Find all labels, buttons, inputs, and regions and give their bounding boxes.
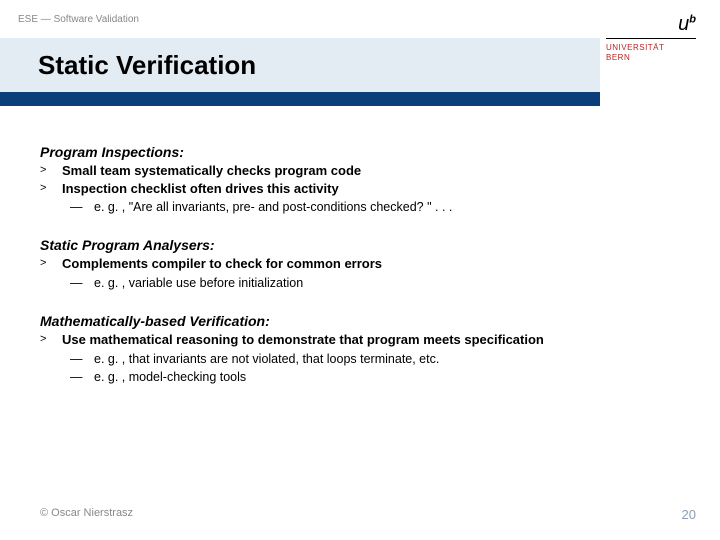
section-analysers: Static Program Analysers: > Complements … <box>40 237 680 291</box>
section-title: Mathematically-based Verification: <box>40 313 680 329</box>
section-title: Static Program Analysers: <box>40 237 680 253</box>
sub-row: — e. g. , "Are all invariants, pre- and … <box>40 199 680 215</box>
bullet-row: > Use mathematical reasoning to demonstr… <box>40 331 680 349</box>
title-bar: Static Verification <box>0 38 600 92</box>
sub-marker: — <box>70 199 94 215</box>
bullet-marker: > <box>40 255 62 273</box>
bullet-row: > Complements compiler to check for comm… <box>40 255 680 273</box>
sub-text: e. g. , "Are all invariants, pre- and po… <box>94 199 680 215</box>
sub-marker: — <box>70 275 94 291</box>
logo-line1: UNIVERSITÄT <box>606 43 696 53</box>
bullet-row: > Inspection checklist often drives this… <box>40 180 680 198</box>
sub-text: e. g. , model-checking tools <box>94 369 680 385</box>
bullet-marker: > <box>40 180 62 198</box>
university-logo: ub UNIVERSITÄT BERN <box>606 14 696 62</box>
section-mathematical: Mathematically-based Verification: > Use… <box>40 313 680 385</box>
sub-text: e. g. , variable use before initializati… <box>94 275 680 291</box>
bullet-row: > Small team systematically checks progr… <box>40 162 680 180</box>
section-inspections: Program Inspections: > Small team system… <box>40 144 680 215</box>
page-title: Static Verification <box>38 50 256 81</box>
sub-row: — e. g. , model-checking tools <box>40 369 680 385</box>
logo-symbol: ub <box>606 14 696 34</box>
bullet-text: Complements compiler to check for common… <box>62 255 680 273</box>
sub-text: e. g. , that invariants are not violated… <box>94 351 680 367</box>
sub-row: — e. g. , that invariants are not violat… <box>40 351 680 367</box>
sub-row: — e. g. , variable use before initializa… <box>40 275 680 291</box>
bullet-text: Use mathematical reasoning to demonstrat… <box>62 331 680 349</box>
logo-main: u <box>678 13 689 35</box>
accent-stripe <box>0 92 600 106</box>
copyright: © Oscar Nierstrasz <box>40 507 133 522</box>
bullet-text: Inspection checklist often drives this a… <box>62 180 680 198</box>
logo-sup: b <box>689 13 696 25</box>
breadcrumb: ESE — Software Validation <box>18 14 139 25</box>
sub-marker: — <box>70 351 94 367</box>
bullet-text: Small team systematically checks program… <box>62 162 680 180</box>
content: Program Inspections: > Small team system… <box>0 108 720 385</box>
header: ESE — Software Validation Static Verific… <box>0 0 720 108</box>
bullet-marker: > <box>40 331 62 349</box>
logo-line2: BERN <box>606 53 696 63</box>
page-number: 20 <box>682 507 696 522</box>
footer: © Oscar Nierstrasz 20 <box>40 507 696 522</box>
bullet-marker: > <box>40 162 62 180</box>
logo-divider <box>606 38 696 39</box>
section-title: Program Inspections: <box>40 144 680 160</box>
sub-marker: — <box>70 369 94 385</box>
